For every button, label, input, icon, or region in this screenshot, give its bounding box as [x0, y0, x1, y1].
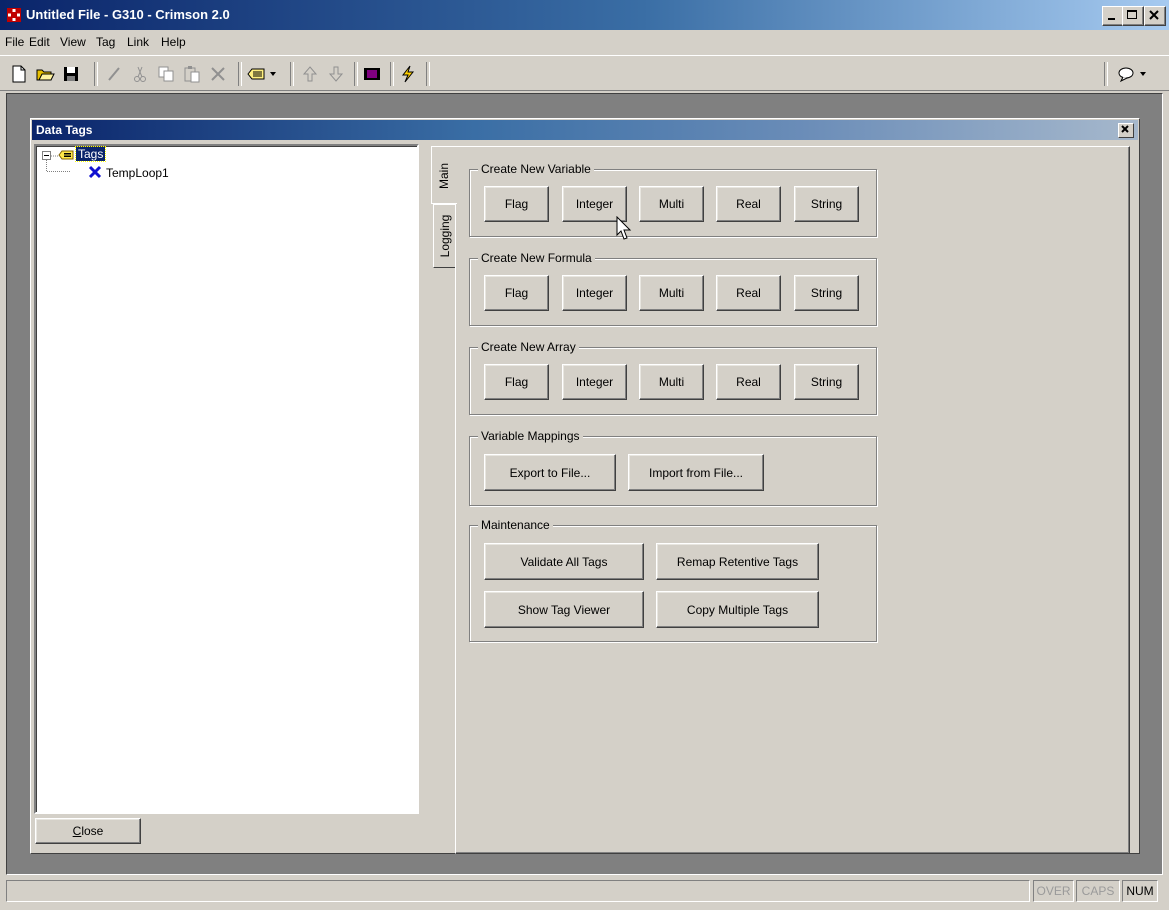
- tree-connector: [46, 160, 70, 172]
- array-integer-button[interactable]: Integer: [562, 364, 627, 400]
- tag-tree[interactable]: Tags TempLoop1: [34, 144, 419, 814]
- variable-flag-button[interactable]: Flag: [484, 186, 549, 222]
- paste-icon[interactable]: [182, 64, 202, 84]
- array-string-button[interactable]: String: [794, 364, 859, 400]
- variable-string-button[interactable]: String: [794, 186, 859, 222]
- mouse-pointer-icon: [616, 216, 632, 240]
- toolbar-separator: [238, 62, 242, 86]
- help-balloon-icon[interactable]: [1116, 64, 1150, 84]
- toolbar-separator: [94, 62, 98, 86]
- tag-dropdown-icon[interactable]: [246, 64, 280, 84]
- group-label: Create New Variable: [478, 162, 594, 176]
- title-bar[interactable]: Untitled File - G310 - Crimson 2.0: [0, 0, 1169, 30]
- close-button[interactable]: Close: [35, 818, 141, 844]
- validate-all-tags-button[interactable]: Validate All Tags: [484, 543, 644, 580]
- menu-file[interactable]: File: [5, 35, 24, 49]
- variable-multi-button[interactable]: Multi: [639, 186, 704, 222]
- window-title: Untitled File - G310 - Crimson 2.0: [26, 7, 230, 22]
- open-folder-icon[interactable]: [35, 64, 55, 84]
- group-label: Create New Array: [478, 340, 579, 354]
- maximize-icon: [1127, 10, 1137, 19]
- close-window-button[interactable]: [1144, 6, 1166, 26]
- array-flag-button[interactable]: Flag: [484, 364, 549, 400]
- status-over: OVER: [1033, 880, 1074, 902]
- toolbar: [0, 55, 1169, 91]
- data-tags-title: Data Tags: [36, 123, 93, 137]
- menu-tag[interactable]: Tag: [96, 35, 115, 49]
- variable-real-button[interactable]: Real: [716, 186, 781, 222]
- data-tags-caption: Data Tags: [32, 120, 1138, 140]
- formula-integer-button[interactable]: Integer: [562, 275, 627, 311]
- data-tags-close-button[interactable]: [1118, 123, 1134, 138]
- tab-logging[interactable]: Logging: [433, 204, 455, 268]
- menu-view[interactable]: View: [60, 35, 86, 49]
- minimize-icon: [1108, 18, 1115, 20]
- cut-icon[interactable]: [130, 64, 150, 84]
- variable-x-icon: [88, 165, 102, 179]
- show-tag-viewer-button[interactable]: Show Tag Viewer: [484, 591, 644, 628]
- collapse-icon[interactable]: [42, 151, 51, 160]
- tab-main[interactable]: Main: [431, 146, 457, 204]
- formula-real-button[interactable]: Real: [716, 275, 781, 311]
- formula-string-button[interactable]: String: [794, 275, 859, 311]
- toolbar-separator: [390, 62, 394, 86]
- menu-bar: File Edit View Tag Link Help: [0, 31, 1169, 53]
- display-icon[interactable]: [362, 64, 382, 84]
- group-label: Variable Mappings: [478, 429, 583, 443]
- close-button-label: Close: [72, 824, 104, 838]
- status-message: [6, 880, 1030, 902]
- toolbar-separator: [354, 62, 358, 86]
- delete-icon[interactable]: [208, 64, 228, 84]
- import-from-file-button[interactable]: Import from File...: [628, 454, 764, 491]
- export-to-file-button[interactable]: Export to File...: [484, 454, 616, 491]
- copy-icon[interactable]: [156, 64, 176, 84]
- status-caps: CAPS: [1076, 880, 1120, 902]
- save-icon[interactable]: [61, 64, 81, 84]
- lightning-icon[interactable]: [398, 64, 418, 84]
- move-down-icon[interactable]: [326, 64, 346, 84]
- maximize-button[interactable]: [1122, 6, 1144, 26]
- copy-multiple-tags-button[interactable]: Copy Multiple Tags: [656, 591, 819, 628]
- move-up-icon[interactable]: [300, 64, 320, 84]
- app-icon: [7, 8, 21, 22]
- formula-flag-button[interactable]: Flag: [484, 275, 549, 311]
- toolbar-separator: [426, 62, 430, 86]
- menu-link[interactable]: Link: [127, 35, 149, 49]
- tree-root-tags[interactable]: Tags: [74, 146, 107, 162]
- close-icon: [1121, 125, 1129, 133]
- tree-item-temploop1[interactable]: TempLoop1: [106, 166, 169, 180]
- close-icon: [1149, 10, 1159, 20]
- menu-help[interactable]: Help: [161, 35, 186, 49]
- array-multi-button[interactable]: Multi: [639, 364, 704, 400]
- minimize-button[interactable]: [1102, 6, 1124, 26]
- menu-edit[interactable]: Edit: [29, 35, 50, 49]
- toolbar-separator: [1104, 62, 1108, 86]
- formula-multi-button[interactable]: Multi: [639, 275, 704, 311]
- remap-retentive-tags-button[interactable]: Remap Retentive Tags: [656, 543, 819, 580]
- toolbar-separator: [290, 62, 294, 86]
- group-label: Maintenance: [478, 518, 553, 532]
- new-file-icon[interactable]: [9, 64, 29, 84]
- status-num: NUM: [1122, 880, 1158, 902]
- array-real-button[interactable]: Real: [716, 364, 781, 400]
- edit-pencil-icon[interactable]: [104, 64, 124, 84]
- group-label: Create New Formula: [478, 251, 595, 265]
